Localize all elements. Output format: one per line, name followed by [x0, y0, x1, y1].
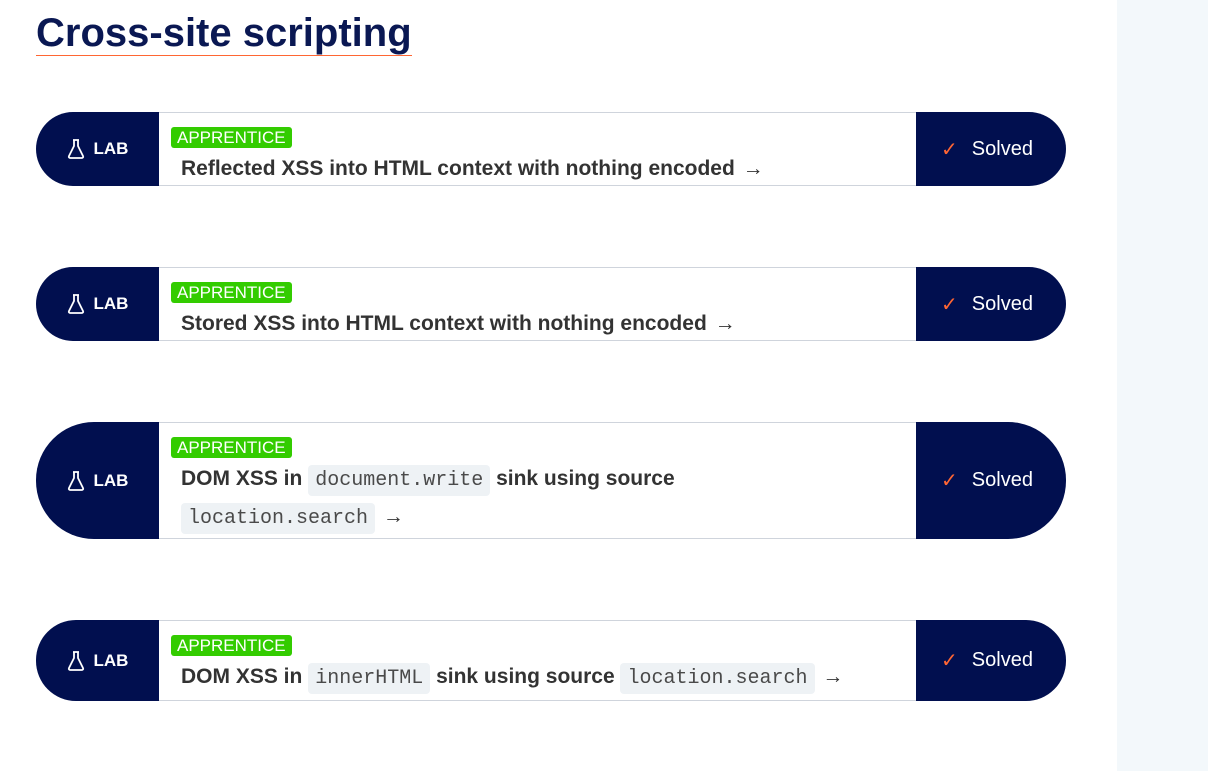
inline-code: document.write [308, 465, 491, 496]
level-badge: APPRENTICE [171, 127, 292, 148]
lab-title-link[interactable]: Reflected XSS into HTML context with not… [181, 151, 902, 187]
lab-title-text: DOM XSS in [181, 467, 303, 490]
lab-tag: LAB [36, 422, 159, 539]
inline-code: location.search [181, 503, 376, 534]
status-solved: ✓ Solved [916, 112, 1066, 186]
right-side-panel [1117, 0, 1208, 771]
checkmark-icon: ✓ [941, 138, 958, 161]
lab-card[interactable]: LAB APPRENTICE DOM XSS in document.write… [36, 422, 1066, 539]
status-label: Solved [971, 649, 1033, 671]
level-badge: APPRENTICE [171, 635, 292, 656]
lab-tag: LAB [36, 267, 159, 341]
lab-title-text: Reflected XSS into HTML context with not… [181, 157, 735, 180]
inline-code: location.search [620, 663, 815, 694]
lab-tag-label: LAB [93, 139, 129, 158]
lab-tag: LAB [36, 620, 159, 701]
lab-tag-label: LAB [93, 294, 129, 313]
inline-code: innerHTML [308, 663, 431, 694]
checkmark-icon: ✓ [941, 650, 958, 672]
page-title: Cross-site scripting [36, 11, 412, 56]
arrow-right-icon: → [714, 312, 736, 335]
checkmark-icon: ✓ [941, 470, 958, 492]
lab-title-link[interactable]: DOM XSS in innerHTML sink using source l… [181, 659, 902, 697]
flask-icon [67, 139, 85, 159]
lab-title-text: sink using source [436, 665, 615, 688]
lab-title-link[interactable]: Stored XSS into HTML context with nothin… [181, 306, 902, 342]
level-badge: APPRENTICE [171, 437, 292, 458]
status-label: Solved [971, 292, 1033, 315]
status-solved: ✓ Solved [916, 267, 1066, 341]
status-solved: ✓ Solved [916, 620, 1066, 701]
arrow-right-icon: → [822, 665, 844, 688]
lab-content: APPRENTICE DOM XSS in innerHTML sink usi… [159, 620, 916, 701]
status-solved: ✓ Solved [916, 422, 1066, 539]
lab-content: APPRENTICE DOM XSS in document.write sin… [159, 422, 916, 539]
flask-icon [67, 294, 85, 314]
lab-tag-label: LAB [93, 650, 129, 670]
lab-card[interactable]: LAB APPRENTICE Stored XSS into HTML cont… [36, 267, 1066, 341]
lab-title-text: Stored XSS into HTML context with nothin… [181, 312, 707, 335]
lab-content: APPRENTICE Reflected XSS into HTML conte… [159, 112, 916, 186]
lab-title-text: DOM XSS in [181, 665, 303, 688]
lab-title-text: sink using source [496, 467, 675, 490]
arrow-right-icon: → [742, 157, 764, 180]
flask-icon [67, 470, 85, 491]
status-label: Solved [971, 137, 1033, 160]
lab-title-link[interactable]: DOM XSS in document.write sink using sou… [181, 461, 741, 537]
lab-tag: LAB [36, 112, 159, 186]
flask-icon [67, 650, 85, 671]
status-label: Solved [971, 469, 1033, 491]
lab-card[interactable]: LAB APPRENTICE Reflected XSS into HTML c… [36, 112, 1066, 186]
arrow-right-icon: → [382, 505, 404, 528]
lab-tag-label: LAB [93, 470, 129, 490]
checkmark-icon: ✓ [941, 293, 958, 316]
level-badge: APPRENTICE [171, 282, 292, 303]
lab-content: APPRENTICE Stored XSS into HTML context … [159, 267, 916, 341]
lab-card[interactable]: LAB APPRENTICE DOM XSS in innerHTML sink… [36, 620, 1066, 701]
